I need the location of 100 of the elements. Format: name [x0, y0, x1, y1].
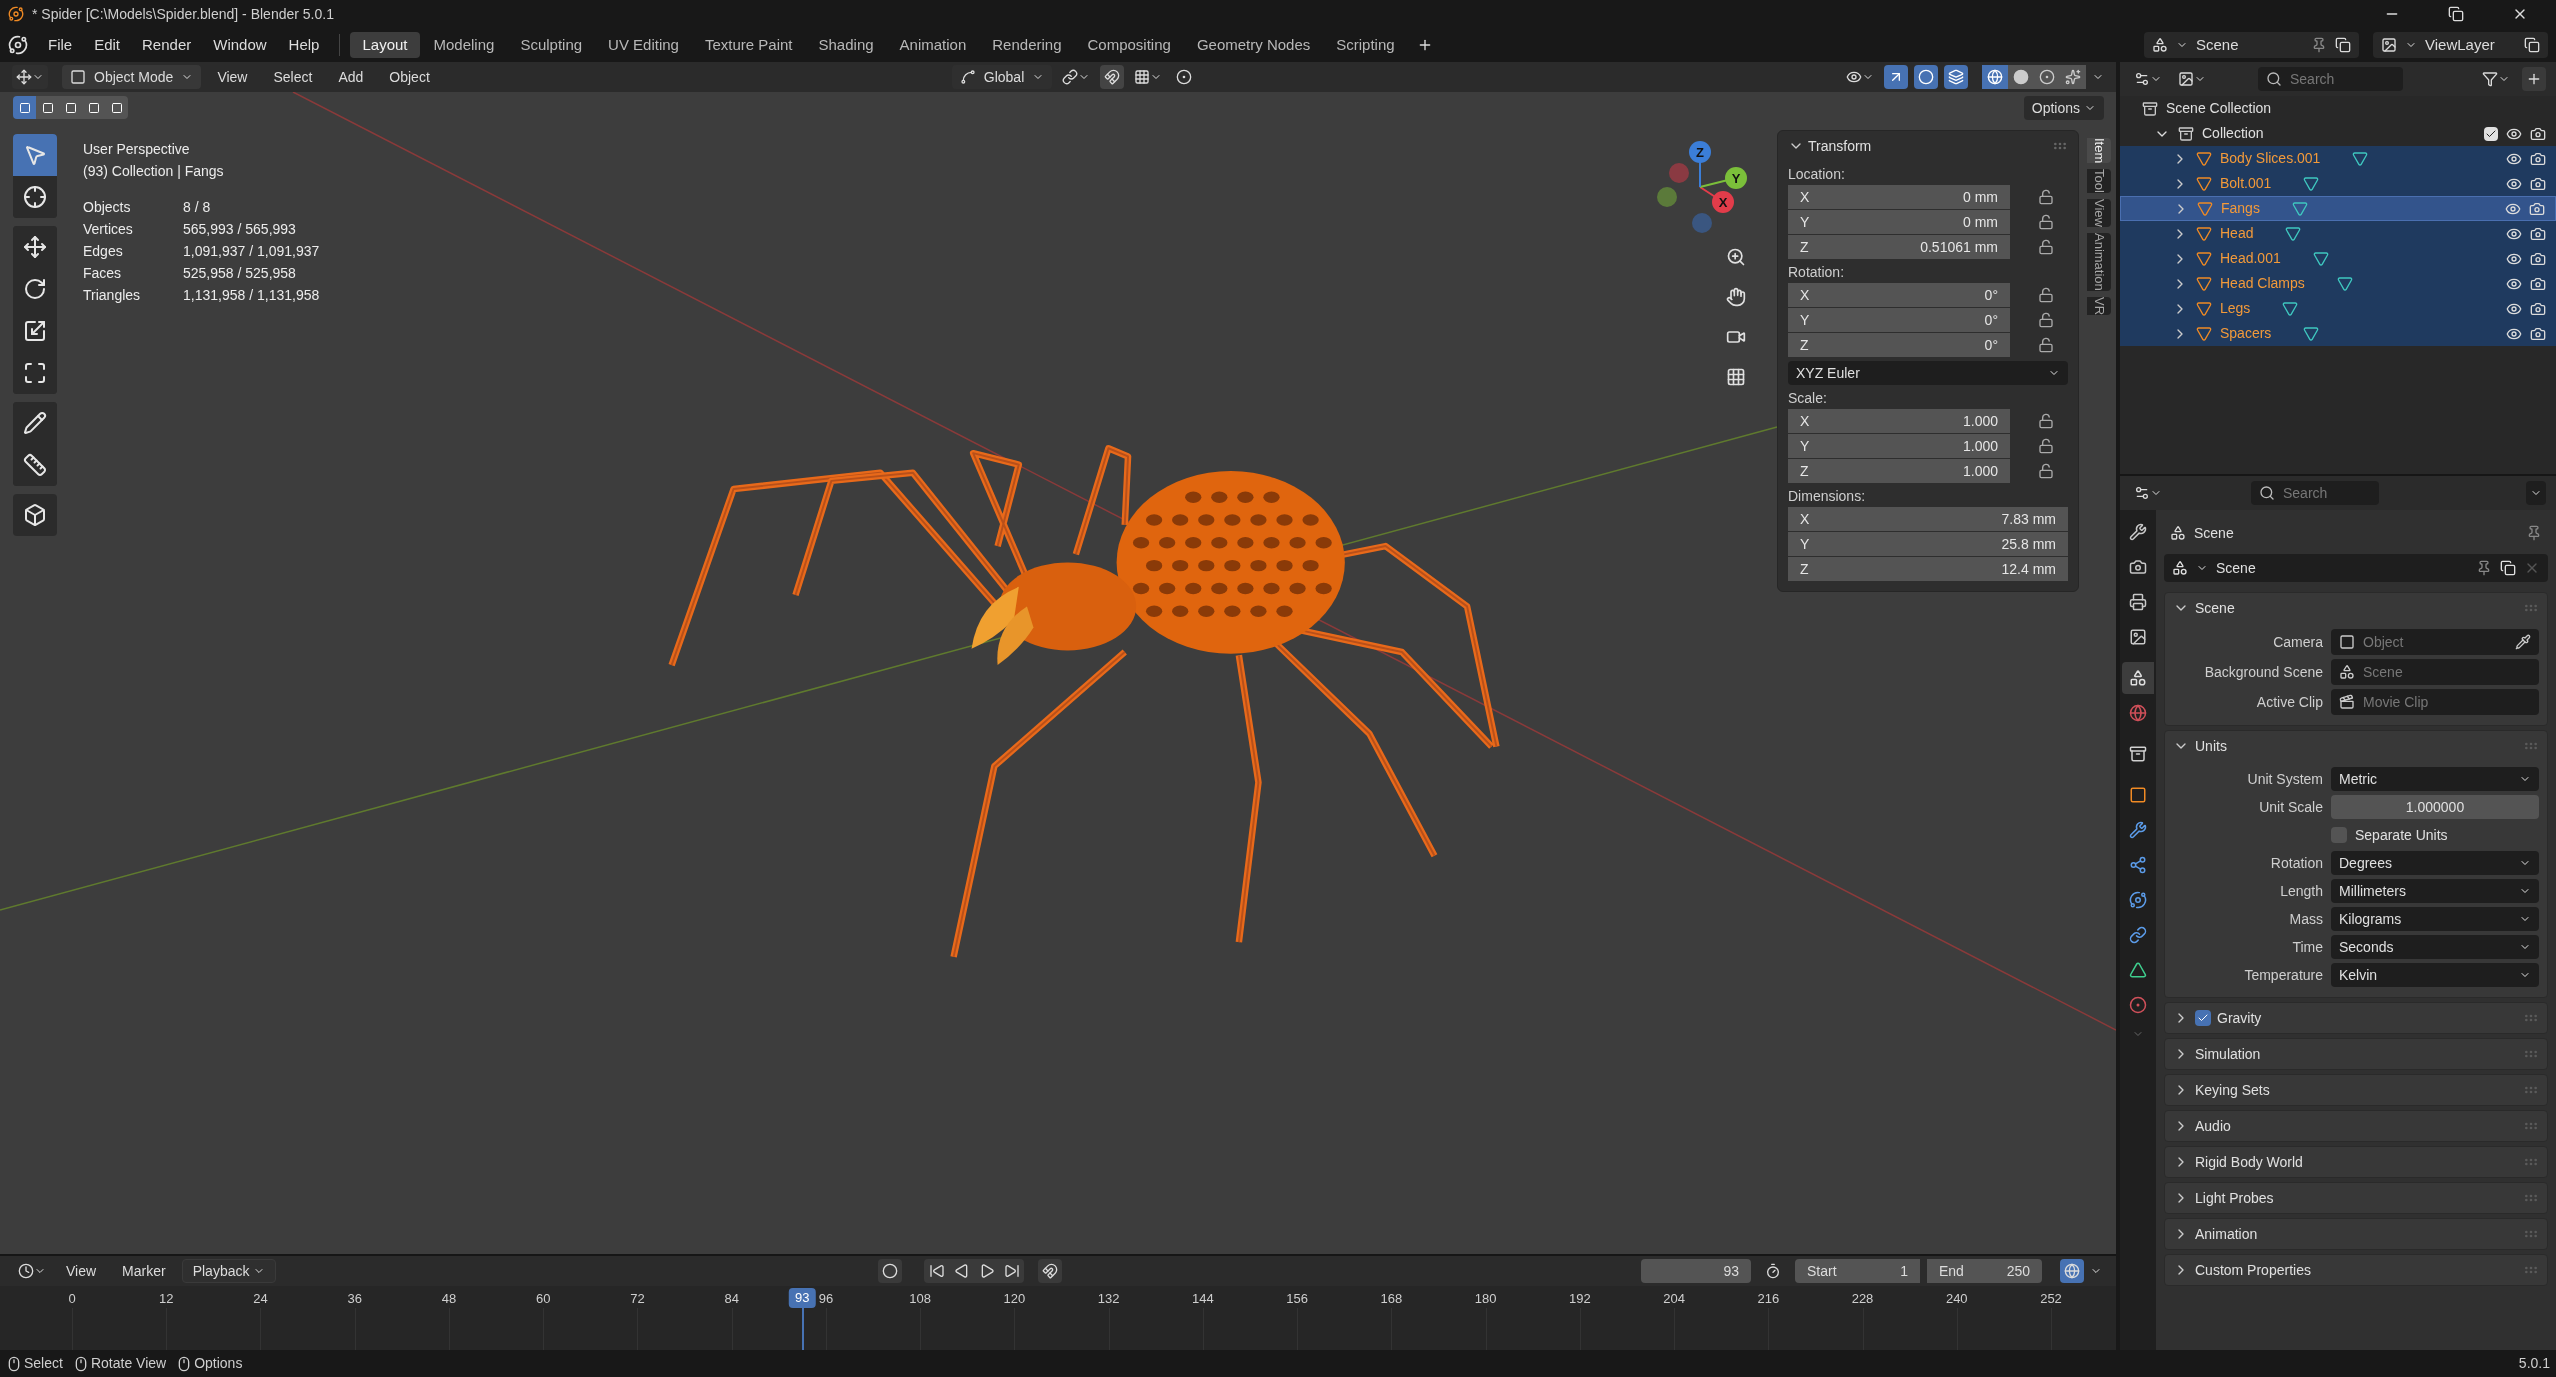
panel-title[interactable]: Transform: [1808, 135, 1872, 157]
workspace-tab[interactable]: Modeling: [421, 32, 507, 58]
panel-title[interactable]: Units: [2195, 735, 2227, 757]
number-field[interactable]: X 1.000: [1788, 409, 2010, 433]
outliner-row[interactable]: Head Clamps: [2120, 271, 2556, 296]
scene-selector[interactable]: Scene: [2144, 32, 2359, 58]
outliner-row[interactable]: Spacers: [2120, 321, 2556, 346]
panel-title[interactable]: Scene: [2195, 597, 2235, 619]
datablock-field[interactable]: Scene: [2331, 659, 2539, 685]
dropdown[interactable]: Kelvin: [2331, 963, 2539, 987]
search-field[interactable]: Search: [2258, 67, 2403, 91]
dropdown[interactable]: Seconds: [2331, 935, 2539, 959]
number-field[interactable]: Z 12.4 mm: [1788, 557, 2068, 581]
frame-tick-label: 84: [724, 1290, 739, 1308]
panel-title[interactable]: Animation: [2195, 1223, 2258, 1245]
sidebar-tab[interactable]: VR: [2087, 296, 2111, 315]
outliner-row[interactable]: Legs: [2120, 296, 2556, 321]
end-frame-field[interactable]: End 250: [1927, 1259, 2042, 1283]
playhead[interactable]: 93: [789, 1288, 816, 1308]
timeline-track[interactable]: 0 12 24 36 48 60 72 84 93 96 108 120 132 144 156 168 180 192 204 216 228 240 252: [0, 1286, 2116, 1350]
menu-item[interactable]: View: [56, 1259, 107, 1283]
workspace-tab[interactable]: Shading: [806, 32, 886, 58]
number-field[interactable]: 1.000000: [2331, 795, 2539, 819]
workspace-tab[interactable]: Layout: [350, 32, 420, 58]
menu-item[interactable]: File: [38, 32, 83, 58]
tree-item[interactable]: Collection: [2202, 123, 2264, 144]
datablock-field[interactable]: Object: [2331, 629, 2539, 655]
number-field[interactable]: Z 0.51061 mm: [1788, 235, 2010, 259]
search-field[interactable]: Search: [2251, 481, 2379, 505]
workspace-tab[interactable]: Animation: [887, 32, 979, 58]
outliner-row[interactable]: Body Slices.001: [2120, 146, 2556, 171]
property-label: Unit Scale: [2258, 797, 2323, 817]
workspace-tab[interactable]: Sculpting: [508, 32, 595, 58]
number-field[interactable]: Z 1.000: [1788, 459, 2010, 483]
menu-dropdown[interactable]: Playback: [181, 1259, 277, 1283]
panel-title[interactable]: Audio: [2195, 1115, 2231, 1137]
number-field[interactable]: X 0°: [1788, 283, 2010, 307]
menu-item[interactable]: Add: [328, 65, 374, 89]
current-frame-field[interactable]: 93: [1641, 1259, 1751, 1283]
panel-title[interactable]: Gravity: [2217, 1007, 2262, 1029]
menu-item[interactable]: Object: [379, 65, 440, 89]
menu-item[interactable]: Edit: [84, 32, 131, 58]
frame-tick-label: 24: [253, 1290, 268, 1308]
panel-title[interactable]: Rigid Body World: [2195, 1151, 2303, 1173]
dropdown[interactable]: Millimeters: [2331, 879, 2539, 903]
menu-item[interactable]: View: [207, 65, 258, 89]
workspace-tab[interactable]: UV Editing: [596, 32, 691, 58]
workspace-tab[interactable]: Geometry Nodes: [1184, 32, 1323, 58]
sidebar-tab[interactable]: Tool: [2087, 169, 2111, 194]
frame-tick-label: 96: [818, 1290, 834, 1308]
number-field[interactable]: Y 0 mm: [1788, 210, 2010, 234]
datablock-selector[interactable]: Scene: [2164, 554, 2548, 582]
tree-item-label: Head Clamps: [2220, 274, 2305, 293]
number-field[interactable]: Y 25.8 mm: [1788, 532, 2068, 556]
gizmo-axis-handle[interactable]: Z: [1689, 141, 1711, 188]
view-layer-selector[interactable]: ViewLayer: [2373, 32, 2548, 58]
options-button[interactable]: Options: [2023, 96, 2104, 120]
dropdown[interactable]: Degrees: [2331, 851, 2539, 875]
stat-value: 525,958 / 525,958: [183, 264, 297, 283]
outliner-row[interactable]: Head: [2120, 221, 2556, 246]
axis-label: Z: [1800, 559, 1809, 579]
sidebar-tab[interactable]: View: [2087, 199, 2111, 228]
menu-item[interactable]: Render: [132, 32, 202, 58]
number-field[interactable]: X 7.83 mm: [1788, 507, 2068, 531]
tree-item-label: Head.001: [2220, 249, 2281, 268]
workspace-tab[interactable]: Rendering: [980, 32, 1074, 58]
tree-item-label: Fangs: [2221, 199, 2260, 218]
mode-dropdown[interactable]: Object Mode: [62, 65, 202, 89]
dropdown-value: Kilograms: [2339, 909, 2402, 929]
dropdown[interactable]: Metric: [2331, 767, 2539, 791]
panel-title[interactable]: Keying Sets: [2195, 1079, 2270, 1101]
panel-title[interactable]: Light Probes: [2195, 1187, 2274, 1209]
menu-item[interactable]: Marker: [112, 1259, 176, 1283]
menu-item[interactable]: Help: [278, 32, 330, 58]
menu-item[interactable]: Select: [263, 65, 323, 89]
number-field[interactable]: Y 0°: [1788, 308, 2010, 332]
tree-item[interactable]: Scene Collection: [2166, 98, 2272, 119]
sidebar-tab[interactable]: Item: [2087, 138, 2111, 164]
rotation-mode-dropdown[interactable]: XYZ Euler: [1788, 361, 2068, 385]
orientation-dropdown[interactable]: Global: [951, 65, 1053, 89]
window-title: * Spider [C:\Models\Spider.blend] - Blender 5.0.1: [32, 4, 334, 24]
panel-title[interactable]: Custom Properties: [2195, 1259, 2311, 1281]
menu-item[interactable]: Window: [203, 32, 277, 58]
workspace-tab[interactable]: Texture Paint: [692, 32, 805, 58]
number-field[interactable]: Z 0°: [1788, 333, 2010, 357]
view-name: User Perspective: [83, 140, 191, 159]
outliner-row[interactable]: Bolt.001: [2120, 171, 2556, 196]
workspace-tab[interactable]: Compositing: [1075, 32, 1183, 58]
datablock-field[interactable]: Movie Clip: [2331, 689, 2539, 715]
tree-item-label: Bolt.001: [2220, 174, 2272, 193]
gizmo-axis-handle[interactable]: Y: [1699, 167, 1747, 189]
sidebar-tab[interactable]: Animation: [2087, 233, 2111, 291]
dropdown[interactable]: Kilograms: [2331, 907, 2539, 931]
panel-title[interactable]: Simulation: [2195, 1043, 2261, 1065]
outliner-row[interactable]: Head.001: [2120, 246, 2556, 271]
workspace-tab[interactable]: Scripting: [1324, 32, 1407, 58]
frame-tick-label: 204: [1663, 1290, 1685, 1308]
number-field[interactable]: Y 1.000: [1788, 434, 2010, 458]
number-field[interactable]: X 0 mm: [1788, 185, 2010, 209]
start-frame-field[interactable]: Start 1: [1795, 1259, 1920, 1283]
